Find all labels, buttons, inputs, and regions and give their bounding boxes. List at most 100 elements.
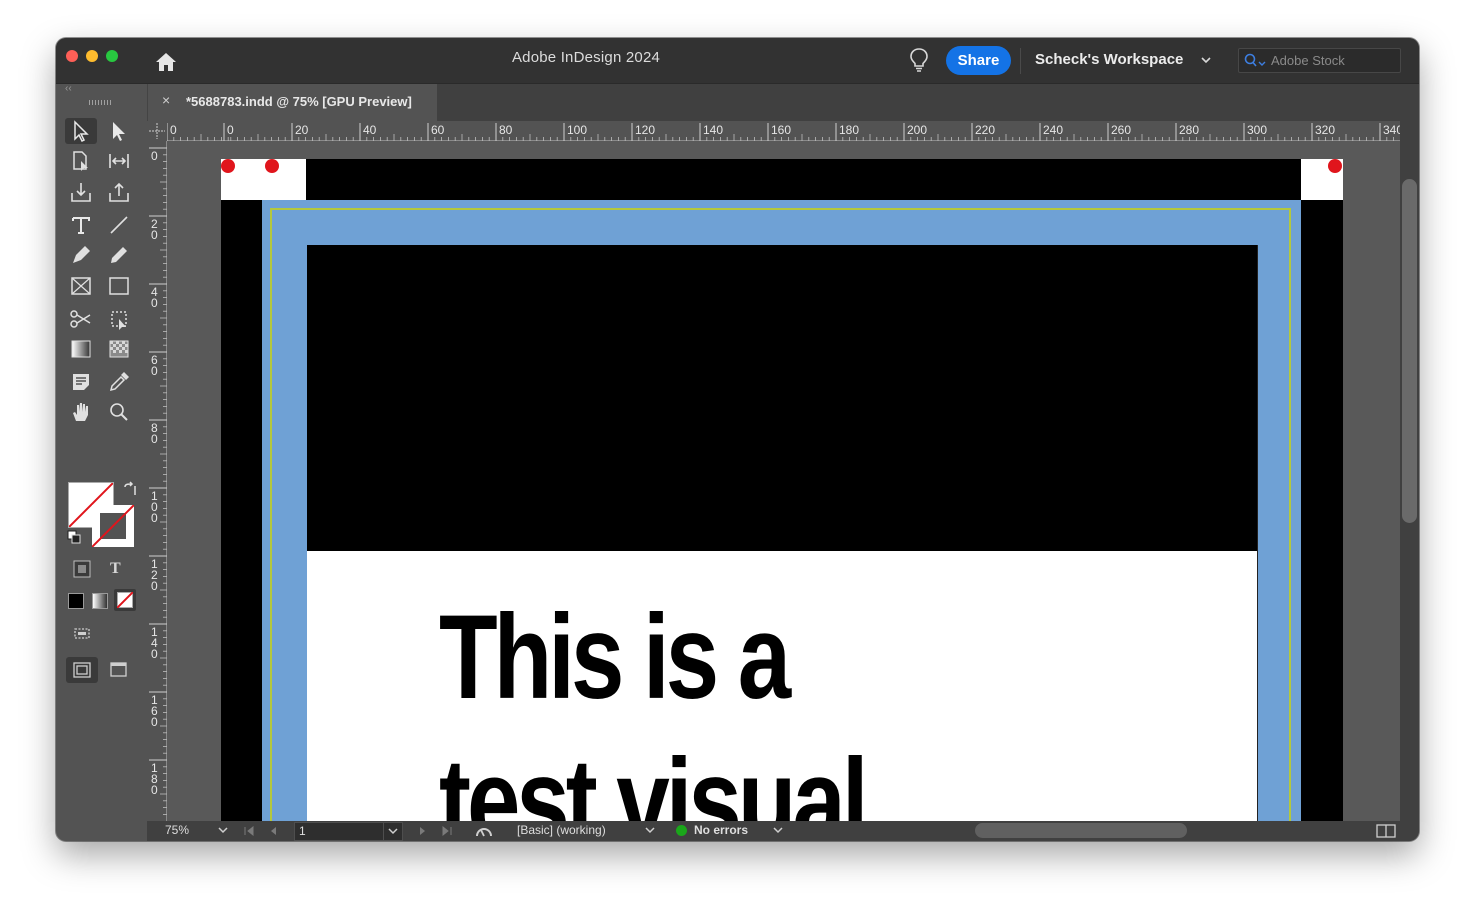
chevron-down-icon[interactable]	[772, 826, 784, 836]
ruler-tick-label: 20	[151, 217, 158, 242]
ruler-tick-label: 100	[567, 123, 587, 137]
ruler-tick-label: 0	[170, 123, 177, 137]
ruler-tick-label: 120	[151, 557, 158, 593]
chevron-down-icon[interactable]	[217, 826, 229, 836]
rectangle-tool[interactable]	[103, 273, 135, 299]
free-transform-icon	[111, 311, 127, 330]
next-page-icon[interactable]	[417, 825, 429, 837]
ruler-tick-label: 0	[227, 123, 234, 137]
last-page-icon[interactable]	[441, 825, 453, 837]
screen-mode-normal-button[interactable]	[66, 657, 98, 683]
page-number: 1	[299, 824, 306, 838]
maximize-window-button[interactable]	[106, 50, 118, 62]
default-fill-stroke-icon[interactable]	[67, 530, 81, 544]
search-icon	[1244, 53, 1266, 67]
rectangle-frame-tool[interactable]	[65, 273, 97, 299]
stroke-swatch[interactable]	[92, 505, 134, 547]
minimize-window-button[interactable]	[86, 50, 98, 62]
marker-dot	[265, 159, 279, 173]
first-page-icon[interactable]	[243, 825, 255, 837]
vertical-ruler[interactable]: 0 2 0 4 0 6 0 8 0 1 0 0 1 2 0 1 4 0 1 6 0 1 8 0	[147, 121, 167, 821]
ruler-tick-label: 20	[295, 123, 309, 137]
close-tab-icon[interactable]: ×	[162, 92, 170, 108]
lightbulb-icon[interactable]	[908, 47, 930, 73]
pen-tool[interactable]	[65, 242, 97, 268]
panel-grip[interactable]	[89, 100, 113, 105]
type-icon	[72, 217, 90, 234]
ruler-tick-label: 220	[975, 123, 995, 137]
zoom-tool[interactable]	[103, 399, 135, 425]
scissors-tool[interactable]	[65, 306, 97, 332]
ruler-tick-label: 80	[499, 123, 513, 137]
swap-fill-stroke-icon[interactable]	[122, 481, 138, 497]
apply-color-button[interactable]	[68, 593, 84, 609]
pencil-tool[interactable]	[103, 242, 135, 268]
horizontal-ruler[interactable]: 0 0 20 40 60 80 100 120 140 160 180 200 220 240 260 280…	[147, 121, 1400, 141]
ruler-origin[interactable]	[147, 121, 167, 141]
pasteboard[interactable]: This is a test visual.	[167, 141, 1400, 821]
eyedropper-icon	[109, 372, 129, 392]
gap-tool[interactable]	[103, 148, 135, 174]
ruler-origin-icon	[149, 123, 165, 139]
headline-text-frame[interactable]: This is a test visual.	[439, 585, 891, 821]
ruler-tick-label: 160	[151, 693, 158, 729]
page-number-field[interactable]: 1	[294, 822, 384, 841]
ruler-tick-label: 160	[771, 123, 791, 137]
line-tool[interactable]	[103, 212, 135, 238]
ruler-tick-label: 120	[635, 123, 655, 137]
hand-tool[interactable]	[65, 399, 97, 425]
content-placer-tool[interactable]	[103, 179, 135, 205]
apply-gradient-button[interactable]	[92, 593, 108, 609]
eyedropper-tool[interactable]	[103, 369, 135, 395]
rectangle-icon	[109, 277, 129, 295]
headline-line-1: This is a	[439, 590, 791, 724]
apply-none-button[interactable]	[114, 589, 136, 611]
pencil-icon	[111, 247, 127, 263]
ruler-tick-label: 100	[151, 489, 158, 525]
note-tool[interactable]	[65, 369, 97, 395]
split-window-icon[interactable]	[1376, 824, 1396, 838]
ruler-tick-label: 200	[907, 123, 927, 137]
gradient-swatch-tool[interactable]	[65, 336, 97, 362]
preflight-profile[interactable]: [Basic] (working)	[517, 823, 606, 837]
adobe-stock-search[interactable]: Adobe Stock	[1238, 48, 1401, 73]
document-tab[interactable]: × *5688783.indd @ 75% [GPU Preview]	[147, 84, 437, 121]
chevron-down-icon[interactable]	[644, 826, 656, 836]
close-window-button[interactable]	[66, 50, 78, 62]
page-menu-button[interactable]	[383, 822, 403, 841]
content-collector-tool[interactable]	[65, 179, 97, 205]
headline-line-2: test visual.	[439, 734, 891, 821]
preflight-status[interactable]: No errors	[694, 823, 748, 837]
view-mode-button[interactable]	[104, 657, 136, 683]
ruler-tick-label: 40	[151, 285, 158, 310]
preflight-icon[interactable]	[474, 823, 494, 839]
workspace-switcher[interactable]: Scheck's Workspace	[1035, 51, 1183, 68]
gradient-feather-tool[interactable]	[103, 336, 135, 362]
ruler-tick-label: 240	[1043, 123, 1063, 137]
gpu-preview-icon[interactable]	[72, 625, 94, 641]
horizontal-scroll-thumb[interactable]	[975, 823, 1187, 838]
content-frame[interactable]: This is a test visual.	[307, 245, 1258, 821]
free-transform-tool[interactable]	[103, 306, 135, 332]
zoom-level[interactable]: 75%	[165, 823, 189, 837]
home-icon[interactable]	[154, 51, 178, 73]
ruler-tick-label: 320	[1315, 123, 1335, 137]
selection-tool[interactable]	[65, 118, 97, 144]
page-icon	[73, 151, 88, 171]
collapse-panel-icon[interactable]: ‹‹	[65, 83, 72, 94]
share-button[interactable]: Share	[946, 46, 1011, 75]
indesign-window: Adobe InDesign 2024 Share Scheck's Works…	[56, 38, 1419, 841]
content-collector-icon	[71, 183, 91, 202]
image-placeholder[interactable]	[307, 245, 1257, 551]
type-tool[interactable]	[65, 212, 97, 238]
formatting-container-button[interactable]	[70, 558, 96, 580]
vertical-scroll-thumb[interactable]	[1402, 179, 1417, 523]
page-tool[interactable]	[65, 148, 97, 174]
previous-page-icon[interactable]	[267, 825, 279, 837]
chevron-down-icon[interactable]	[1200, 54, 1212, 66]
direct-selection-tool[interactable]	[103, 118, 135, 144]
hand-icon	[73, 403, 88, 421]
tools-panel: ‹‹ T	[56, 83, 148, 683]
formatting-text-button[interactable]: T	[104, 558, 130, 580]
text-format-icon: T	[110, 560, 121, 577]
